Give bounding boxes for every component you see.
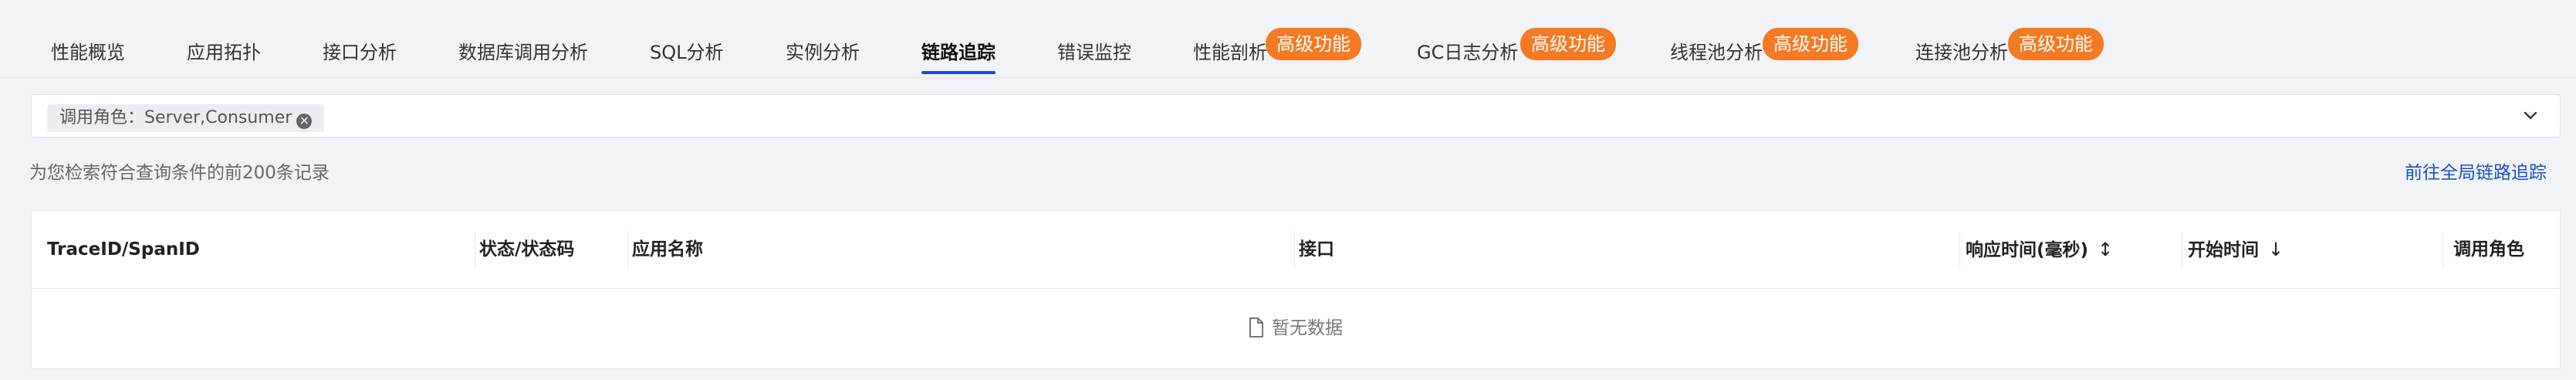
col-call-role: 调用角色 [2453, 239, 2524, 260]
filter-chip-label: 调用角色：Server,Consumer [59, 108, 292, 127]
column-divider [2442, 231, 2443, 268]
col-app-name: 应用名称 [632, 239, 703, 260]
tab-instance-analysis[interactable]: 实例分析 [786, 40, 860, 65]
tab-thread-pool[interactable]: 线程池分析 [1670, 40, 1763, 65]
tab-profiling[interactable]: 性能剖析 [1193, 40, 1267, 65]
col-trace-id: TraceID/SpanID [47, 239, 200, 260]
filter-chip: 调用角色：Server,Consumer × [47, 104, 325, 132]
column-divider [627, 231, 628, 268]
document-icon [1249, 317, 1263, 338]
tab-app-topology[interactable]: 应用拓扑 [187, 40, 261, 65]
col-interface: 接口 [1299, 239, 1334, 260]
column-divider [1294, 231, 1295, 268]
tab-interface-analysis[interactable]: 接口分析 [323, 40, 397, 65]
empty-text: 暂无数据 [1272, 318, 1343, 338]
empty-state: 暂无数据 [32, 288, 2560, 368]
tab-divider [0, 77, 2576, 78]
col-start-time-label: 开始时间 [2188, 240, 2259, 260]
premium-badge: 高级功能 [1520, 28, 1616, 60]
global-trace-link[interactable]: 前往全局链路追踪 [2405, 158, 2547, 184]
result-hint: 为您检索符合查询条件的前200条记录 [29, 163, 330, 183]
tab-sql-analysis[interactable]: SQL分析 [650, 40, 724, 65]
tab-trace[interactable]: 链路追踪 [921, 40, 996, 65]
tab-db-call-analysis[interactable]: 数据库调用分析 [458, 40, 588, 65]
premium-badge: 高级功能 [1266, 28, 1361, 60]
col-start-time[interactable]: 开始时间 ↓ [2188, 236, 2284, 263]
column-divider [1959, 231, 1960, 268]
chevron-down-icon[interactable] [2521, 106, 2540, 124]
filter-select[interactable]: 调用角色：Server,Consumer × [31, 94, 2561, 137]
tab-error-monitor[interactable]: 错误监控 [1057, 40, 1131, 65]
table-header: TraceID/SpanID 状态/状态码 应用名称 接口 响应时间(毫秒) ↕ … [32, 211, 2560, 289]
col-response-time[interactable]: 响应时间(毫秒) ↕ [1966, 236, 2113, 263]
close-icon[interactable]: × [296, 114, 313, 129]
tab-performance-overview[interactable]: 性能概览 [51, 40, 125, 65]
premium-badge: 高级功能 [2008, 28, 2104, 60]
tab-bar: 性能概览 应用拓扑 接口分析 数据库调用分析 SQL分析 实例分析 链路追踪 错… [0, 0, 2576, 77]
col-response-time-label: 响应时间(毫秒) [1966, 240, 2089, 260]
sort-both-icon[interactable]: ↕ [2098, 236, 2113, 263]
sort-desc-icon[interactable]: ↓ [2268, 236, 2284, 263]
col-status: 状态/状态码 [479, 239, 575, 260]
trace-table: TraceID/SpanID 状态/状态码 应用名称 接口 响应时间(毫秒) ↕ … [31, 210, 2561, 369]
active-tab-indicator [921, 71, 996, 74]
tab-gc-log[interactable]: GC日志分析 [1417, 40, 1518, 65]
tab-connection-pool[interactable]: 连接池分析 [1915, 40, 2008, 65]
premium-badge: 高级功能 [1763, 28, 1858, 60]
